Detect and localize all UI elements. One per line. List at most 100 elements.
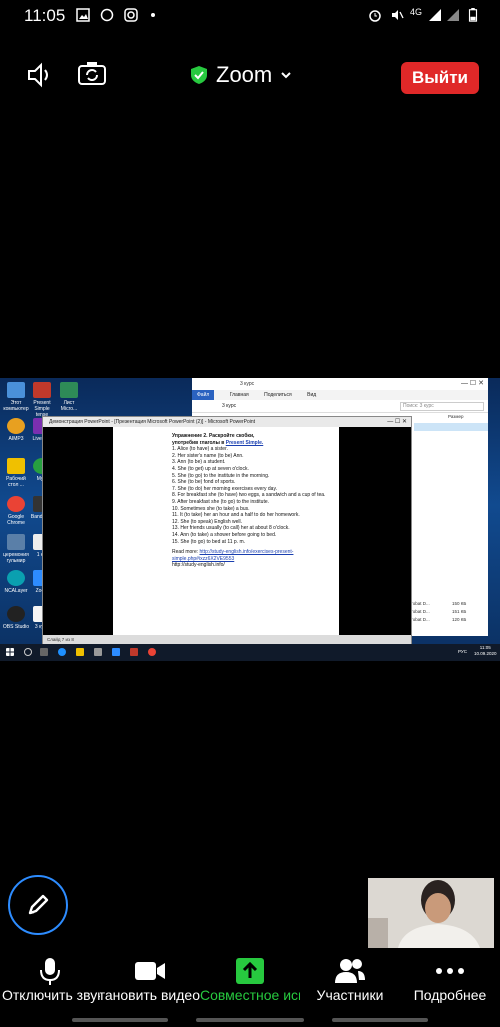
whatsapp-icon [100,8,114,22]
explorer-ribbon: Файл Главная Поделиться Вид [192,390,488,400]
exercise-line: 8. For breakfast she (to have) two eggs,… [172,492,326,499]
ribbon-tab[interactable]: Вид [307,392,316,398]
ribbon-tab[interactable]: Поделиться [264,392,292,398]
slide: Упражнение 2. Раскройте скобки, употреби… [113,427,339,635]
chevron-down-icon [281,72,291,79]
participants-button[interactable]: Участники [300,955,400,1011]
meeting-title-label: Zoom [216,62,273,87]
mute-status-icon [392,10,404,20]
slide-heading-2: употребив глаголы в Present Simple. [172,439,264,446]
stop-video-button[interactable]: Остановить видео [100,955,200,1011]
more-dots-icon [436,968,464,974]
meeting-top-bar: Zoom Выйти [0,50,500,102]
mute-label: Отключить звук [2,987,100,1003]
address-path: 3 курс [222,403,237,409]
status-bar: 11:05 4G [0,0,500,32]
task-view-icon[interactable] [40,648,48,656]
slide-letterbox-left [43,427,113,635]
desktop-icon: Лист Micro... [55,382,83,412]
slide-content: Упражнение 2. Раскройте скобки, употреби… [172,433,338,569]
share-screen-icon [236,958,264,984]
signal2-icon [447,9,459,21]
exercise-line: 3. Ann (to be) a student. [172,459,226,466]
desktop-icon: Рабочий стол ... [2,458,30,488]
powerpoint-window: Демонстрация PowerPoint - [Презентация M… [42,416,412,646]
windows-taskbar: РУС 11:05 10.09.2020 [0,644,500,661]
alarm-icon [369,10,381,22]
ribbon-tab[interactable]: Файл [192,390,215,400]
slide-counter: Слайд 7 из 8 [47,637,74,642]
exercise-line: 13. Her friends usually (to call) her at… [172,525,290,532]
participant-video [368,878,494,948]
share-screen-label: Совместное использование [200,987,300,1003]
more-button[interactable]: Подробнее [400,955,500,1011]
slide-heading: Упражнение 2. Раскройте скобки, [172,433,255,439]
nav-handle [72,1018,168,1022]
meeting-title[interactable]: Zoom [190,60,292,90]
taskbar-clock[interactable]: 11:05 10.09.2020 [474,645,497,657]
desktop-icon: Present Simple tense [28,382,56,418]
chrome-taskbar-icon[interactable] [148,648,156,656]
instagram-icon [124,8,138,22]
window-controls[interactable]: — ☐ ✕ [387,417,407,427]
explorer-search[interactable]: Поиск: 3 курс [400,402,484,411]
shared-screen: Этот компьютер Present Simple tense Лист… [0,378,500,661]
explorer-titlebar: 3 курс — ☐ ✕ [192,378,488,390]
window-controls[interactable]: — ☐ ✕ [461,379,484,387]
exercise-line: 10. Sometimes she (to take) a bus. [172,505,250,512]
stop-video-label: Остановить видео [100,987,200,1003]
exercise-line: 6. She (to be) fond of sports. [172,479,236,486]
source-link[interactable]: http://study-english.info/ [172,562,338,569]
explorer-title: 3 курс [240,381,255,387]
speaker-icon[interactable] [26,60,56,90]
dot-icon [151,13,155,17]
column-header-size[interactable]: Размер [448,414,463,419]
ppt-title: Демонстрация PowerPoint - [Презентация M… [49,419,256,425]
taskbar-lang[interactable]: РУС [458,649,467,654]
zoom-taskbar-icon[interactable] [112,648,120,656]
signal-icon [429,9,441,21]
nav-handle [196,1018,304,1022]
leave-button[interactable]: Выйти [401,62,479,94]
exercise-line: 7. She (to do) her morning exercises eve… [172,485,277,492]
store-icon[interactable] [94,648,102,656]
exercise-line: 14. Ann (to take) a shower before going … [172,531,277,538]
exercise-line: 12. She (to speak) English well. [172,518,243,525]
nav-handle [332,1018,428,1022]
windows-start-icon[interactable] [6,648,14,656]
pencil-icon [28,894,49,915]
exercise-line: 4. She (to get) up at seven o'clock. [172,465,249,472]
annotate-button[interactable] [8,875,68,935]
share-screen-button[interactable]: Совместное использование [200,955,300,1011]
selected-row[interactable] [414,423,488,431]
exercise-line: 15. She (to go) to bed at 11 p. m. [172,538,246,545]
ribbon-tab[interactable]: Главная [230,392,249,398]
microphone-icon [40,958,60,985]
explorer-address-bar[interactable]: 3 курс Поиск: 3 курс [192,400,488,413]
mute-button[interactable]: Отключить звук [0,955,100,1011]
exercise-line: 11. It (to take) her an hour and a half … [172,512,300,519]
self-video-thumbnail[interactable] [368,878,494,948]
video-camera-icon [135,962,165,980]
network-label: 4G [410,7,423,17]
edge-icon[interactable] [58,648,66,656]
desktop-icon: OBS Studio [2,606,30,630]
search-icon[interactable] [24,648,32,656]
exercise-line: 9. After breakfast she (to go) to the in… [172,498,269,505]
clock: 11:05 [24,6,66,25]
switch-camera-icon[interactable] [76,58,108,90]
read-more: Read more: http://study-english.info/exe… [172,549,294,562]
gallery-icon [76,8,90,22]
exercise-line: 1. Alice (to have) a sister. [172,446,228,453]
battery-icon [468,8,478,22]
desktop-icon: Google Chrome [2,496,30,526]
desktop-icon: Этот компьютер [2,382,30,412]
participants-icon [335,959,365,983]
powerpoint-taskbar-icon[interactable] [130,648,138,656]
slide-letterbox-right [339,427,411,635]
folder-icon[interactable] [76,648,84,656]
desktop-icon: AIMP3 [2,418,30,442]
desktop-icon: NCALayer [2,570,30,594]
more-label: Подробнее [413,987,487,1003]
desktop-icon: церемония гульмир [2,534,30,564]
